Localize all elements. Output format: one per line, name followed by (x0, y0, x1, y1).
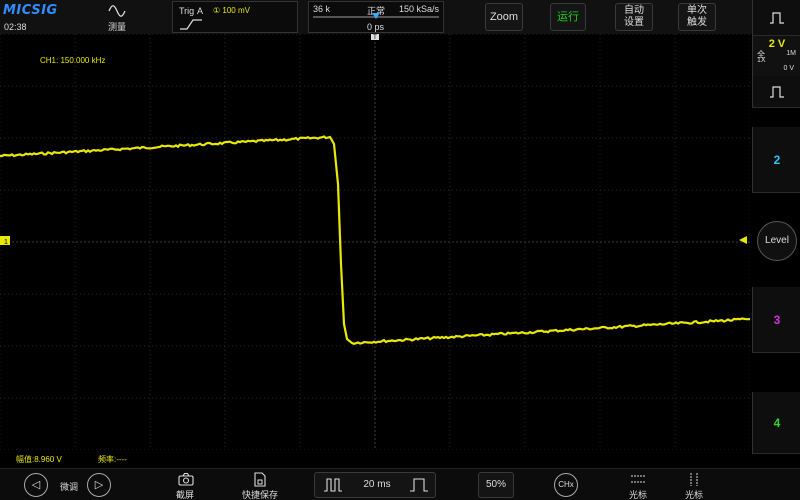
auto-setup-button[interactable]: 自动 设置 (615, 3, 653, 31)
zoom-button[interactable]: Zoom (485, 3, 523, 31)
timebase-value: 20 ms (363, 479, 391, 490)
pulse-wave-icon (770, 12, 784, 24)
cursor-label-2: 光标 (684, 490, 703, 500)
save-file-icon (254, 472, 266, 487)
fine-tune-right-button[interactable]: ▷ (87, 473, 111, 497)
bottom-toolbar: ◁ 微调 ▷ 截屏 快捷保存 20 ms 50% CHx 光标 光标 (0, 468, 800, 500)
chx-button[interactable]: CHx (554, 473, 578, 497)
ch1-settings-panel[interactable]: 2 V 全 1X 1M 0 V (752, 36, 800, 76)
rising-edge-icon (180, 19, 202, 30)
trigger-level-arrow-icon[interactable] (739, 236, 747, 244)
waveform-canvas[interactable]: T 1 (0, 34, 750, 450)
position-marker-icon (372, 13, 380, 19)
sample-rate: 150 kSa/s (398, 4, 439, 14)
ch1-probe: 1X (757, 57, 766, 64)
timebase-panel[interactable]: 20 ms (314, 472, 436, 498)
cursor-label-1: 光标 (628, 490, 647, 500)
ch1-marker-label: 1 (4, 239, 8, 246)
top-bar: MICSIG 02:38 测量 Trig A ① 100 mV 36 k 正常 … (0, 0, 800, 34)
svg-text:T: T (373, 35, 377, 41)
horizontal-cursor-icon (631, 475, 645, 483)
trigger-label: Trig (179, 6, 195, 16)
ch4-label: 4 (773, 416, 781, 430)
auto-setup-line2: 设置 (624, 17, 644, 28)
timebase-decrease-icon[interactable] (323, 478, 343, 492)
screenshot-label: 截屏 (175, 490, 194, 500)
measure-button[interactable]: 测量 (100, 2, 134, 32)
acquisition-panel[interactable]: 36 k 正常 150 kSa/s 0 ps (308, 1, 444, 33)
screenshot-button[interactable]: 截屏 (170, 471, 200, 500)
ch1-ground-marker[interactable]: 1 (0, 236, 10, 246)
graticule (0, 34, 750, 450)
frequency-measurement: 频率:---- (98, 455, 127, 464)
measure-label: 测量 (107, 22, 126, 32)
ch1-function-button[interactable] (752, 76, 800, 108)
trigger-50-percent-button[interactable]: 50% (478, 472, 514, 498)
cursor-horizontal-button[interactable]: 光标 (624, 471, 652, 500)
camera-icon (178, 472, 194, 486)
single-trigger-button[interactable]: 单次 触发 (678, 3, 716, 31)
horizontal-position: 0 ps (367, 22, 385, 32)
trigger-level: ① 100 mV (213, 6, 250, 15)
pulse-wave-icon (770, 86, 784, 98)
waveform-display[interactable]: T 1 CH1: 150.000 kHz (0, 34, 750, 450)
ch3-label: 3 (773, 313, 781, 327)
timebase-increase-icon[interactable] (409, 478, 429, 492)
amplitude-measurement: 幅值:8.960 V (16, 455, 62, 464)
vertical-cursor-icon (690, 473, 698, 486)
auto-setup-line1: 自动 (624, 5, 644, 16)
ch1-impedance: 1M (786, 50, 796, 57)
run-stop-button[interactable]: 运行 (550, 3, 586, 31)
ch4-button[interactable]: 4 (752, 392, 800, 454)
trigger-position-marker-icon[interactable]: T (371, 34, 379, 41)
ch3-button[interactable]: 3 (752, 287, 800, 353)
single-trigger-line2: 触发 (687, 17, 707, 28)
ch1-waveform-button[interactable] (752, 0, 800, 36)
single-trigger-line1: 单次 (687, 5, 707, 16)
ch1-offset: 0 V (783, 65, 794, 72)
ch2-button[interactable]: 2 (752, 127, 800, 193)
cursor-vertical-button[interactable]: 光标 (680, 471, 708, 500)
quick-save-button[interactable]: 快捷保存 (238, 471, 282, 500)
measurement-bar: 幅值:8.960 V 频率:---- (0, 452, 750, 466)
ch1-frequency-readout: CH1: 150.000 kHz (40, 56, 106, 65)
oscilloscope-app: MICSIG 02:38 测量 Trig A ① 100 mV 36 k 正常 … (0, 0, 800, 500)
brand-logo: MICSIG (3, 3, 58, 18)
fine-tune-label: 微调 (59, 482, 78, 492)
trigger-source: A (197, 6, 204, 16)
sine-wave-icon (108, 5, 126, 17)
quick-save-label: 快捷保存 (241, 490, 278, 500)
memory-depth: 36 k (313, 4, 331, 14)
trigger-panel[interactable]: Trig A ① 100 mV (172, 1, 298, 33)
trigger-level-button[interactable]: Level (757, 221, 797, 261)
fine-tune-left-button[interactable]: ◁ (24, 473, 48, 497)
ch2-label: 2 (773, 153, 781, 167)
clock: 02:38 (4, 22, 27, 32)
